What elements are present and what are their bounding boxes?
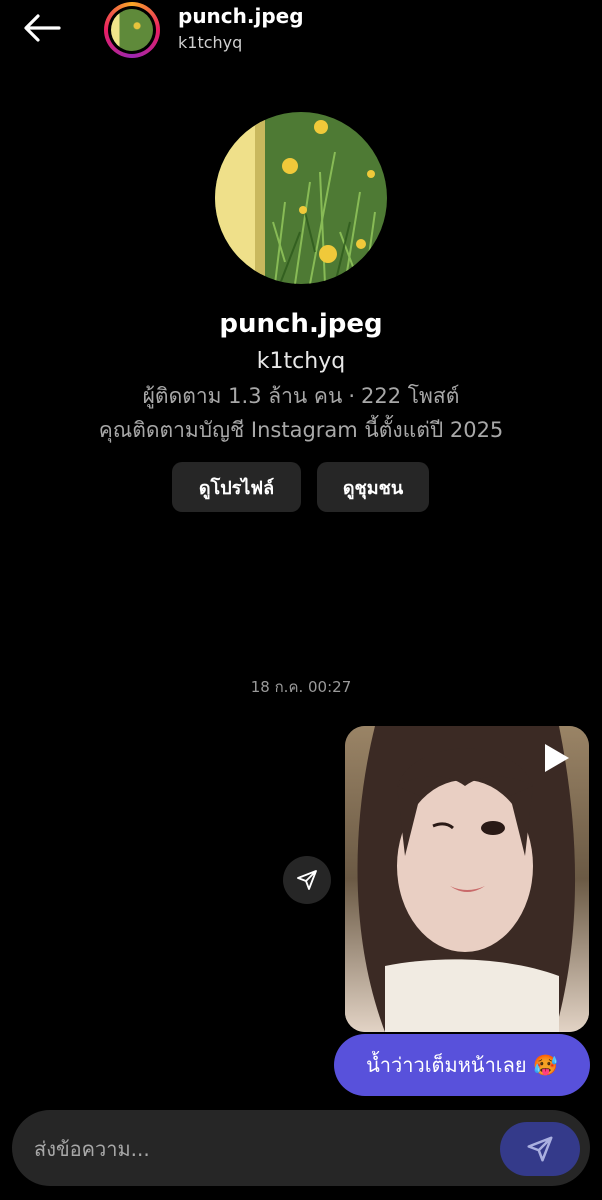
view-community-button[interactable]: ดูชุมชน <box>317 462 429 512</box>
avatar-image <box>111 9 153 51</box>
paper-plane-icon <box>297 870 317 890</box>
message-timestamp: 18 ก.ค. 00:27 <box>250 678 352 696</box>
profile-picture[interactable] <box>215 112 387 284</box>
header-handle: k1tchyq <box>178 33 243 52</box>
profile-stats: ผู้ติดตาม 1.3 ล้าน คน · 222 โพสต์ <box>0 380 602 413</box>
follow-since-text: คุณติดตามบัญชี Instagram นี้ตั้งแต่ปี 20… <box>98 418 504 442</box>
message-input[interactable] <box>32 1110 496 1188</box>
avatar-ring-gap <box>108 6 156 54</box>
play-icon <box>545 744 569 772</box>
posts-count: 222 โพสต์ <box>361 384 460 408</box>
share-button[interactable] <box>283 856 331 904</box>
send-icon <box>527 1136 553 1162</box>
message-composer <box>12 1110 590 1188</box>
message-bubble[interactable]: น้ำว่าวเต็มหน้าเลย 🥵 <box>334 1034 590 1096</box>
stats-separator: · <box>348 384 356 408</box>
profile-handle: k1tchyq <box>256 349 346 374</box>
profile-username: punch.jpeg <box>219 309 383 339</box>
header-username[interactable]: punch.jpeg <box>178 4 304 28</box>
header-avatar[interactable] <box>104 2 160 58</box>
arrow-left-icon <box>24 14 61 42</box>
followers-count: ผู้ติดตาม 1.3 ล้าน คน <box>142 384 343 408</box>
reel-video-preview[interactable] <box>345 726 589 1032</box>
flower-field-image <box>215 112 387 284</box>
view-profile-button[interactable]: ดูโปรไฟล์ <box>172 462 301 512</box>
back-button[interactable] <box>18 8 66 48</box>
send-button[interactable] <box>500 1122 580 1176</box>
